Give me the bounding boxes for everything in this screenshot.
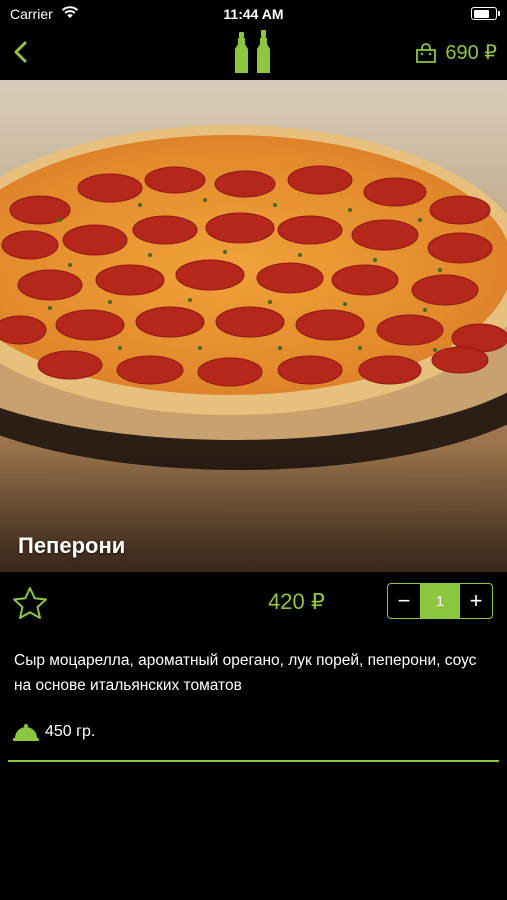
product-description: Сыр моцарелла, ароматный орегано, лук по…	[14, 652, 477, 694]
shopping-bag-icon	[416, 42, 437, 63]
nav-bar: 690 ₽	[0, 28, 507, 78]
cloche-icon	[13, 724, 39, 741]
weight-row: 450 гр.	[13, 722, 95, 742]
star-icon	[13, 587, 47, 619]
back-button[interactable]	[8, 36, 38, 68]
chevron-left-icon	[14, 41, 27, 63]
product-image	[0, 80, 507, 572]
product-action-row: 420 ₽ − 1 +	[0, 572, 507, 634]
favorite-button[interactable]	[12, 586, 48, 625]
quantity-value: 1	[420, 584, 460, 618]
battery-icon	[471, 7, 500, 20]
salt-pepper-logo-icon	[235, 30, 270, 73]
cart-button[interactable]: 690 ₽	[415, 40, 497, 65]
status-bar: Carrier 11:44 AM	[0, 0, 507, 28]
increase-button[interactable]: +	[460, 584, 492, 618]
cart-total: 690 ₽	[445, 42, 497, 64]
clock: 11:44 AM	[223, 6, 284, 22]
product-weight: 450 гр.	[45, 723, 96, 740]
divider	[8, 760, 499, 762]
product-title: Пеперони	[18, 533, 126, 558]
quantity-stepper: − 1 +	[387, 583, 493, 619]
product-price: 420 ₽	[268, 589, 325, 614]
decrease-button[interactable]: −	[388, 584, 420, 618]
